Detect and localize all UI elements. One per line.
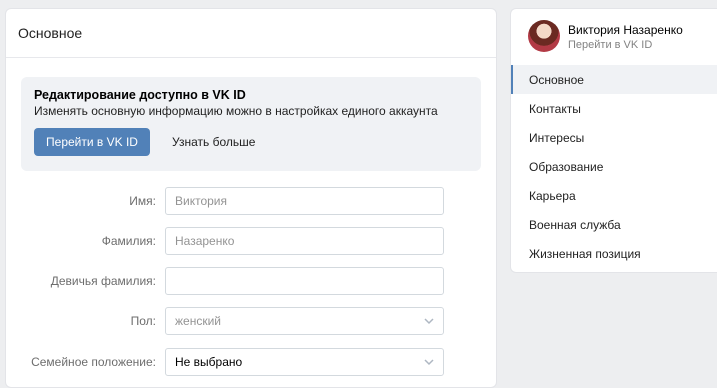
learn-more-link[interactable]: Узнать больше [172,128,255,156]
gender-value: женский [175,314,221,328]
profile-name[interactable]: Виктория Назаренко [568,23,683,37]
profile-block[interactable]: Виктория Назаренко Перейти в VK ID [511,9,717,66]
avatar[interactable] [528,20,560,52]
gender-row: Пол: женский [6,307,498,335]
go-to-vkid-button[interactable]: Перейти в VK ID [34,128,150,156]
sidebar-item-label: Военная служба [529,217,621,232]
sidebar-item-military[interactable]: Военная служба [511,210,717,239]
sidebar-item-label: Основное [529,72,584,87]
vkid-info-box: Редактирование доступно в VK ID Изменять… [21,77,481,171]
chevron-down-icon [424,359,434,366]
sidebar-item-label: Образование [529,159,604,174]
page-title: Основное [18,25,83,41]
main-card: Основное Редактирование доступно в VK ID… [5,8,497,388]
first-name-row: Имя: Виктория [6,187,498,215]
sidebar-item-label: Карьера [529,188,576,203]
first-name-field[interactable]: Виктория [165,187,444,215]
first-name-value: Виктория [175,194,228,208]
profile-vkid-link[interactable]: Перейти в VK ID [568,39,652,51]
sidebar-item-life-position[interactable]: Жизненная позиция [511,239,717,268]
chevron-down-icon [424,318,434,325]
gender-label: Пол: [130,314,156,328]
maiden-name-label: Девичья фамилия: [50,274,156,288]
last-name-value: Назаренко [175,234,235,248]
sidebar-item-label: Интересы [529,130,585,145]
marital-status-row: Семейное положение: Не выбрано [6,348,498,376]
marital-status-value: Не выбрано [175,355,243,369]
last-name-field[interactable]: Назаренко [165,227,444,255]
sidebar-item-career[interactable]: Карьера [511,181,717,210]
sidebar-item-label: Контакты [529,101,581,116]
marital-status-label: Семейное положение: [31,355,156,369]
info-text: Изменять основную информацию можно в нас… [34,104,438,118]
sidebar-nav: Основное Контакты Интересы Образование К… [511,65,717,268]
maiden-name-row: Девичья фамилия: [6,267,498,295]
main-header: Основное [6,9,496,58]
sidebar-item-label: Жизненная позиция [529,246,641,261]
sidebar-item-basic[interactable]: Основное [511,65,717,94]
sidebar-item-education[interactable]: Образование [511,152,717,181]
gender-select[interactable]: женский [165,307,444,335]
info-title: Редактирование доступно в VK ID [34,88,246,102]
first-name-label: Имя: [129,194,156,208]
sidebar-item-interests[interactable]: Интересы [511,123,717,152]
sidebar-item-contacts[interactable]: Контакты [511,94,717,123]
settings-sidebar: Виктория Назаренко Перейти в VK ID Основ… [510,8,717,273]
last-name-label: Фамилия: [101,234,156,248]
last-name-row: Фамилия: Назаренко [6,227,498,255]
maiden-name-field[interactable] [165,267,444,295]
marital-status-select[interactable]: Не выбрано [165,348,444,376]
